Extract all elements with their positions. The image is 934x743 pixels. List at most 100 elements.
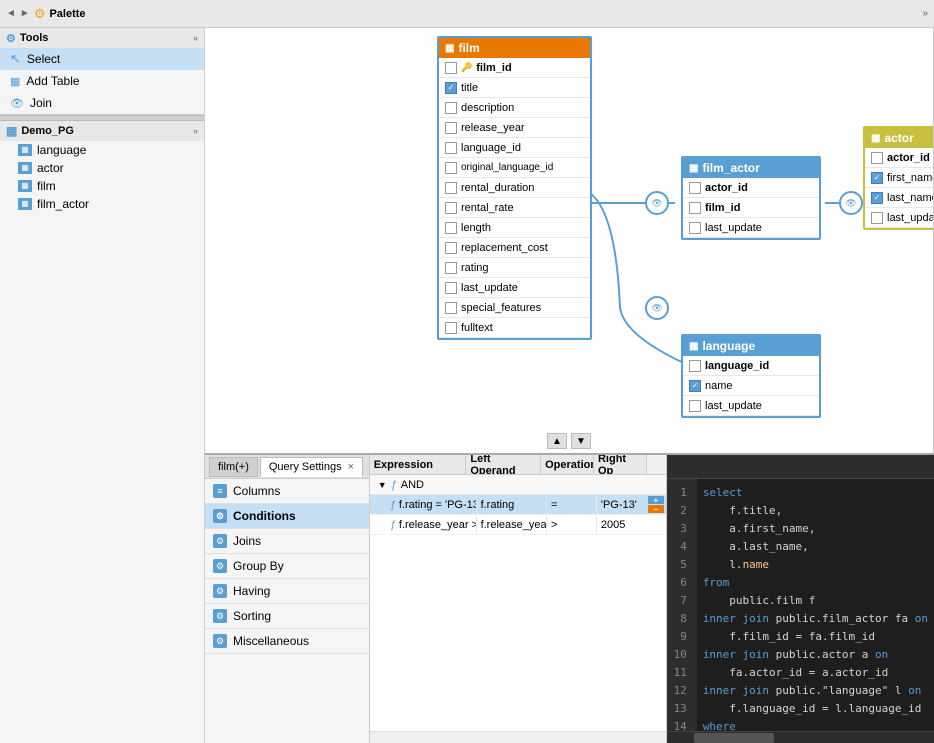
join-btn-film-language[interactable]: 👁 [645, 296, 669, 320]
fa-row-actor-id[interactable]: actor_id [683, 178, 819, 198]
tools-header[interactable]: ⚙ Tools » [0, 28, 204, 48]
film-table-header[interactable]: ▦ film [439, 38, 590, 58]
lang-id-checkbox[interactable] [689, 360, 701, 372]
collapse-db-icon[interactable]: » [193, 126, 198, 136]
film-last-update-checkbox[interactable] [445, 282, 457, 294]
film-fulltext-checkbox[interactable] [445, 322, 457, 334]
film-rental-dur-checkbox[interactable] [445, 182, 457, 194]
add-table-tool[interactable]: ▦ Add Table [0, 70, 204, 92]
film-row-last-update[interactable]: last_update [439, 278, 590, 298]
film-row-language-id[interactable]: language_id [439, 138, 590, 158]
cond-remove-btn-1[interactable]: − [648, 505, 664, 513]
film-row-length[interactable]: length [439, 218, 590, 238]
cond-expr-1[interactable]: ƒ f.rating = 'PG-13' [386, 495, 477, 514]
film-rental-rate-checkbox[interactable] [445, 202, 457, 214]
film-row-replacement[interactable]: replacement_cost [439, 238, 590, 258]
film-row-rental-dur[interactable]: rental_duration [439, 178, 590, 198]
film-length-checkbox[interactable] [445, 222, 457, 234]
fa-row-last-update[interactable]: last_update [683, 218, 819, 238]
actor-last-checkbox[interactable]: ✓ [871, 192, 883, 204]
nav-sorting[interactable]: ⚙ Sorting [205, 604, 369, 629]
film-row-special[interactable]: special_features [439, 298, 590, 318]
actor-update-checkbox[interactable] [871, 212, 883, 224]
nav-forward-icon[interactable]: ► [20, 8, 30, 19]
table-db-icon: ▦ [18, 144, 32, 156]
expand-icon[interactable]: ▼ [378, 480, 387, 490]
nav-back-icon[interactable]: ◄ [6, 8, 16, 19]
tab-close-icon[interactable]: × [348, 461, 354, 473]
conditions-scrollbar[interactable] [370, 731, 666, 743]
lang-row-id[interactable]: language_id [683, 356, 819, 376]
actor-row-first[interactable]: ✓ first_name [865, 168, 933, 188]
lang-row-update[interactable]: last_update [683, 396, 819, 416]
nav-miscellaneous[interactable]: ⚙ Miscellaneous [205, 629, 369, 654]
fa-film-id-checkbox[interactable] [689, 202, 701, 214]
film-row-orig-lang[interactable]: original_language_id [439, 158, 590, 178]
and-row[interactable]: ▼ ƒ AND [370, 475, 666, 495]
fa-actor-id-checkbox[interactable] [689, 182, 701, 194]
film-title-checkbox[interactable]: ✓ [445, 82, 457, 94]
film-year-checkbox[interactable] [445, 122, 457, 134]
join-btn-filmactor-actor[interactable]: 👁 [839, 191, 863, 215]
db-header[interactable]: ▦ Demo_PG » [0, 121, 204, 141]
actor-id-checkbox[interactable] [871, 152, 883, 164]
film-replacement-checkbox[interactable] [445, 242, 457, 254]
film-row-release-year[interactable]: release_year [439, 118, 590, 138]
tab-query-settings[interactable]: Query Settings × [260, 457, 363, 477]
film-special-checkbox[interactable] [445, 302, 457, 314]
lang-row-name[interactable]: ✓ name [683, 376, 819, 396]
film-desc-checkbox[interactable] [445, 102, 457, 114]
sql-scrollbar[interactable] [667, 731, 934, 743]
language-header[interactable]: ▦ language [683, 336, 819, 356]
film-row-description[interactable]: description [439, 98, 590, 118]
film-row-rental-rate[interactable]: rental_rate [439, 198, 590, 218]
film-orig-lang-checkbox[interactable] [445, 162, 457, 174]
cond-add-btn-1[interactable]: + [648, 496, 664, 504]
cond-expr-2[interactable]: ƒ f.release_year > 2005 [386, 515, 477, 534]
lang-name-checkbox[interactable]: ✓ [689, 380, 701, 392]
film-rating-checkbox[interactable] [445, 262, 457, 274]
nav-joins[interactable]: ⚙ Joins [205, 529, 369, 554]
actor-first-checkbox[interactable]: ✓ [871, 172, 883, 184]
cond-left-2[interactable]: f.release_year [477, 515, 547, 534]
fa-row-film-id[interactable]: film_id [683, 198, 819, 218]
nav-conditions[interactable]: ⚙ Conditions [205, 504, 369, 529]
nav-group-by[interactable]: ⚙ Group By [205, 554, 369, 579]
db-table-language[interactable]: ▦ language [0, 141, 204, 159]
cond-op-2[interactable]: > [547, 515, 597, 534]
canvas-area[interactable]: 👁 👁 👁 ▦ film [205, 28, 934, 453]
cond-row-2[interactable]: ƒ f.release_year > 2005 f.release_year >… [370, 515, 666, 535]
join-tool[interactable]: 👁 Join [0, 92, 204, 114]
nav-having[interactable]: ⚙ Having [205, 579, 369, 604]
film-row-rating[interactable]: rating [439, 258, 590, 278]
fa-last-update-checkbox[interactable] [689, 222, 701, 234]
actor-row-id[interactable]: actor_id [865, 148, 933, 168]
film-row-film_id[interactable]: 🔑 film_id [439, 58, 590, 78]
cond-right-2[interactable]: 2005 [597, 515, 646, 534]
canvas-arrow-right[interactable]: ▼ [571, 433, 591, 449]
select-tool[interactable]: ↖ Select [0, 48, 204, 70]
db-table-actor[interactable]: ▦ actor [0, 159, 204, 177]
collapse-right-icon[interactable]: » [922, 8, 928, 19]
film-lang-id-checkbox[interactable] [445, 142, 457, 154]
canvas-arrow-left[interactable]: ▲ [547, 433, 567, 449]
tab-film[interactable]: film(+) [209, 457, 258, 477]
film-id-checkbox[interactable] [445, 62, 457, 74]
actor-row-update[interactable]: last_update [865, 208, 933, 228]
join-btn-film-filmactor[interactable]: 👁 [645, 191, 669, 215]
nav-columns[interactable]: ≡ Columns [205, 479, 369, 504]
film-row-title[interactable]: ✓ title [439, 78, 590, 98]
lang-update-checkbox[interactable] [689, 400, 701, 412]
collapse-icon[interactable]: » [193, 33, 198, 43]
sql-code[interactable]: select f.title, a.first_name, a.last_nam… [697, 479, 934, 731]
db-table-film-actor[interactable]: ▦ film_actor [0, 195, 204, 213]
actor-header[interactable]: ▦ actor [865, 128, 933, 148]
cond-row-1[interactable]: ƒ f.rating = 'PG-13' f.rating = 'PG-13' [370, 495, 666, 515]
film-row-fulltext[interactable]: fulltext [439, 318, 590, 338]
cond-right-1[interactable]: 'PG-13' [597, 495, 646, 514]
cond-op-1[interactable]: = [547, 495, 597, 514]
actor-row-last[interactable]: ✓ last_name [865, 188, 933, 208]
db-table-film[interactable]: ▦ film [0, 177, 204, 195]
cond-left-1[interactable]: f.rating [477, 495, 547, 514]
film-actor-header[interactable]: ▦ film_actor [683, 158, 819, 178]
